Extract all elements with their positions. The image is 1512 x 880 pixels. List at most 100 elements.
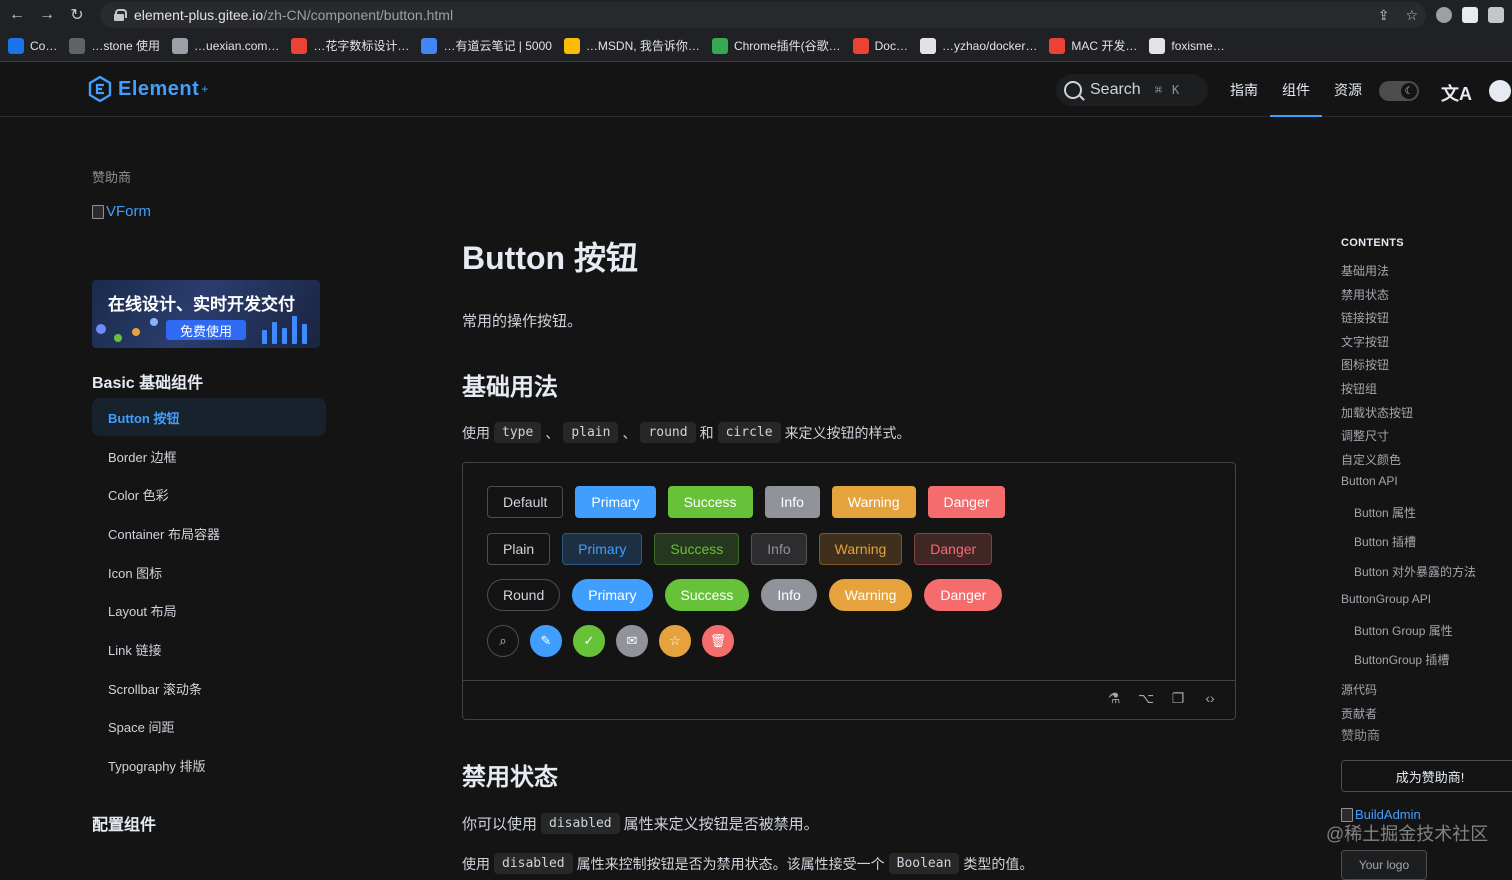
bookmark-item[interactable]: …yzhao/docker… bbox=[919, 37, 1038, 54]
toc-item[interactable]: 加载状态按钮 bbox=[1341, 404, 1413, 421]
sidebar-item-layout[interactable]: Layout 布局 bbox=[92, 591, 326, 629]
round-default-button[interactable]: Round bbox=[487, 579, 561, 611]
default-danger-button[interactable]: Danger bbox=[927, 486, 1006, 518]
toc-title: CONTENTS bbox=[1341, 237, 1404, 249]
bookmark-label: …yzhao/docker… bbox=[941, 38, 1038, 53]
toc-item[interactable]: 源代码 bbox=[1341, 681, 1377, 698]
banner-decoration bbox=[272, 322, 277, 344]
extension-icon[interactable] bbox=[1488, 7, 1504, 23]
toc-item[interactable]: Button API bbox=[1341, 474, 1398, 488]
section-disabled-desc: 你可以使用 disabled 属性来定义按钮是否被禁用。 bbox=[462, 813, 819, 834]
round-warning-button[interactable]: Warning bbox=[828, 579, 913, 611]
round-danger-button[interactable]: Danger bbox=[924, 579, 1003, 611]
default-primary-button[interactable]: Primary bbox=[575, 486, 656, 518]
github-edit-icon[interactable]: ⌥ bbox=[1138, 690, 1154, 706]
plain-default-button[interactable]: Plain bbox=[487, 533, 551, 565]
toc-sponsor-title: 赞助商 bbox=[1341, 728, 1381, 743]
toc-item[interactable]: 调整尺寸 bbox=[1341, 427, 1389, 444]
sidebar-item-container[interactable]: Container 布局容器 bbox=[92, 514, 326, 552]
toc-item[interactable]: 按钮组 bbox=[1341, 380, 1377, 397]
github-icon[interactable] bbox=[1489, 80, 1511, 102]
extensions-area bbox=[1426, 4, 1512, 26]
toc-item[interactable]: 文字按钮 bbox=[1341, 333, 1389, 350]
toc-item[interactable]: ButtonGroup 插槽 bbox=[1354, 651, 1449, 668]
toc-item[interactable]: Button 属性 bbox=[1354, 504, 1416, 521]
default-warning-button[interactable]: Warning bbox=[831, 486, 916, 518]
sidebar-item-border[interactable]: Border 边框 bbox=[92, 437, 326, 475]
playground-icon[interactable]: ⚗ bbox=[1107, 690, 1121, 706]
your-logo-slot[interactable]: Your logo bbox=[1341, 850, 1427, 880]
default-default-button[interactable]: Default bbox=[487, 486, 564, 518]
circle-message-button[interactable]: ✉ bbox=[616, 625, 648, 657]
toc-item[interactable]: 图标按钮 bbox=[1341, 356, 1389, 373]
default-success-button[interactable]: Success bbox=[667, 486, 753, 518]
become-sponsor-button[interactable]: 成为赞助商! bbox=[1341, 760, 1512, 792]
text: 和 bbox=[699, 424, 714, 441]
sidebar-item-space[interactable]: Space 间距 bbox=[92, 707, 326, 745]
bookmark-item[interactable]: foxisme… bbox=[1149, 37, 1225, 54]
sidebar-item-scrollbar[interactable]: Scrollbar 滚动条 bbox=[92, 669, 326, 707]
toc-item[interactable]: Button 插槽 bbox=[1354, 533, 1416, 550]
sidebar-item-button[interactable]: Button 按钮 bbox=[92, 398, 326, 436]
default-info-button[interactable]: Info bbox=[764, 486, 820, 518]
bookmark-item[interactable]: …有道云笔记 | 5000 bbox=[421, 37, 552, 54]
nav-component[interactable]: 组件 bbox=[1270, 63, 1322, 117]
circle-edit-button[interactable]: ✎ bbox=[530, 625, 562, 657]
bookmark-item[interactable]: …MSDN, 我告诉你… bbox=[563, 37, 700, 54]
sidebar-item-icon[interactable]: Icon 图标 bbox=[92, 553, 326, 591]
back-icon[interactable]: ← bbox=[2, 0, 32, 30]
bookmark-item[interactable]: …花字数标设计… bbox=[291, 37, 409, 54]
round-success-button[interactable]: Success bbox=[664, 579, 750, 611]
text: 使用 bbox=[462, 424, 490, 441]
forward-icon[interactable]: → bbox=[32, 0, 62, 30]
circle-check-button[interactable]: ✓ bbox=[573, 625, 605, 657]
copy-icon[interactable]: ❐ bbox=[1171, 690, 1185, 706]
extension-icon[interactable] bbox=[1462, 7, 1478, 23]
plain-success-button[interactable]: Success bbox=[654, 533, 740, 565]
sidebar-item-typography[interactable]: Typography 排版 bbox=[92, 746, 326, 784]
toc-item[interactable]: 贡献者 bbox=[1341, 705, 1377, 722]
button-row-round: Round Primary Success Info Warning Danger bbox=[487, 579, 1003, 611]
toc-item[interactable]: ButtonGroup API bbox=[1341, 592, 1431, 606]
bookmark-item[interactable]: MAC 开发… bbox=[1049, 37, 1137, 54]
circle-search-button[interactable]: ⌕ bbox=[487, 625, 519, 657]
language-icon[interactable]: 文A bbox=[1441, 80, 1472, 106]
toc-item[interactable]: 自定义颜色 bbox=[1341, 451, 1401, 468]
bookmark-item[interactable]: Co… bbox=[8, 37, 57, 54]
search-button[interactable]: Search ⌘ K bbox=[1056, 74, 1208, 106]
circle-star-button[interactable]: ☆ bbox=[659, 625, 691, 657]
plain-danger-button[interactable]: Danger bbox=[914, 533, 993, 565]
sponsor-banner[interactable]: 在线设计、实时开发交付 免费使用 bbox=[92, 280, 320, 348]
bookmark-star-icon[interactable]: ☆ bbox=[1405, 7, 1418, 24]
bookmark-favicon-icon bbox=[8, 37, 24, 54]
plain-warning-button[interactable]: Warning bbox=[818, 533, 903, 565]
sidebar-item-color[interactable]: Color 色彩 bbox=[92, 475, 326, 513]
toc-item[interactable]: 链接按钮 bbox=[1341, 309, 1389, 326]
code-icon[interactable]: ‹› bbox=[1203, 690, 1217, 706]
toc-item[interactable]: Button 对外暴露的方法 bbox=[1354, 563, 1476, 580]
plain-info-button[interactable]: Info bbox=[751, 533, 807, 565]
round-primary-button[interactable]: Primary bbox=[572, 579, 653, 611]
toc-item[interactable]: 基础用法 bbox=[1341, 262, 1389, 279]
toc-item[interactable]: 禁用状态 bbox=[1341, 286, 1389, 303]
button-row-default: Default Primary Success Info Warning Danger bbox=[487, 486, 1006, 518]
vform-sponsor-link[interactable]: VForm bbox=[92, 203, 151, 220]
bookmark-item[interactable]: Chrome插件(谷歌… bbox=[711, 37, 841, 54]
round-info-button[interactable]: Info bbox=[761, 579, 817, 611]
share-icon[interactable]: ⇪ bbox=[1378, 7, 1390, 24]
address-bar[interactable]: element-plus.gitee.io/zh-CN/component/bu… bbox=[100, 2, 1426, 28]
nav-resource[interactable]: 资源 bbox=[1322, 63, 1374, 117]
bookmark-item[interactable]: Doc… bbox=[852, 37, 908, 54]
circle-delete-button[interactable]: 🗑 bbox=[702, 625, 734, 657]
bookmark-item[interactable]: …stone 使用 bbox=[69, 37, 160, 54]
nav-guide[interactable]: 指南 bbox=[1218, 63, 1270, 117]
toc-item[interactable]: Button Group 属性 bbox=[1354, 622, 1453, 639]
element-logo[interactable]: Element + bbox=[88, 76, 208, 102]
bookmark-item[interactable]: …uexian.com… bbox=[172, 37, 279, 54]
extension-icon[interactable] bbox=[1436, 7, 1452, 23]
sidebar-item-link[interactable]: Link 链接 bbox=[92, 630, 326, 668]
reload-icon[interactable]: ↻ bbox=[62, 0, 92, 30]
dark-mode-toggle[interactable]: ☾ bbox=[1379, 81, 1419, 101]
plain-primary-button[interactable]: Primary bbox=[562, 533, 643, 565]
banner-free-button[interactable]: 免费使用 bbox=[166, 320, 246, 340]
